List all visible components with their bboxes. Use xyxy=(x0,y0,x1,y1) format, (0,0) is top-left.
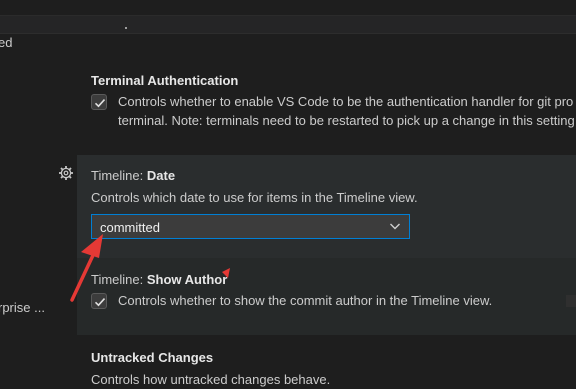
setting-title-timeline-show-author: Timeline: Show Author xyxy=(91,272,228,287)
dropdown-selected-value: committed xyxy=(100,220,160,235)
terminal-authentication-checkbox[interactable] xyxy=(91,94,107,110)
gear-icon[interactable] xyxy=(58,165,74,181)
chevron-down-icon xyxy=(390,223,400,230)
setting-title-untracked-changes: Untracked Changes xyxy=(91,350,214,365)
setting-description: Controls whether to show the commit auth… xyxy=(118,293,493,308)
truncated-left-text: ed xyxy=(0,35,13,50)
scrollbar-thumb[interactable] xyxy=(566,295,576,307)
settings-header-bar xyxy=(0,16,576,34)
truncated-left-text: rprise ... xyxy=(0,300,45,315)
setting-description: terminal. Note: terminals need to be res… xyxy=(118,113,575,128)
header-dot xyxy=(125,27,127,29)
timeline-date-dropdown[interactable]: committed xyxy=(91,214,410,239)
setting-description: Controls which date to use for items in … xyxy=(91,190,418,205)
setting-title-timeline-date: Timeline: Date xyxy=(91,168,176,183)
check-icon xyxy=(94,99,106,108)
top-strip xyxy=(0,0,576,16)
setting-title-terminal-authentication: Terminal Authentication xyxy=(91,73,239,88)
check-icon xyxy=(94,298,106,307)
setting-description: Controls how untracked changes behave. xyxy=(91,372,331,387)
timeline-show-author-checkbox[interactable] xyxy=(91,293,107,309)
setting-description: Controls whether to enable VS Code to be… xyxy=(118,94,574,109)
